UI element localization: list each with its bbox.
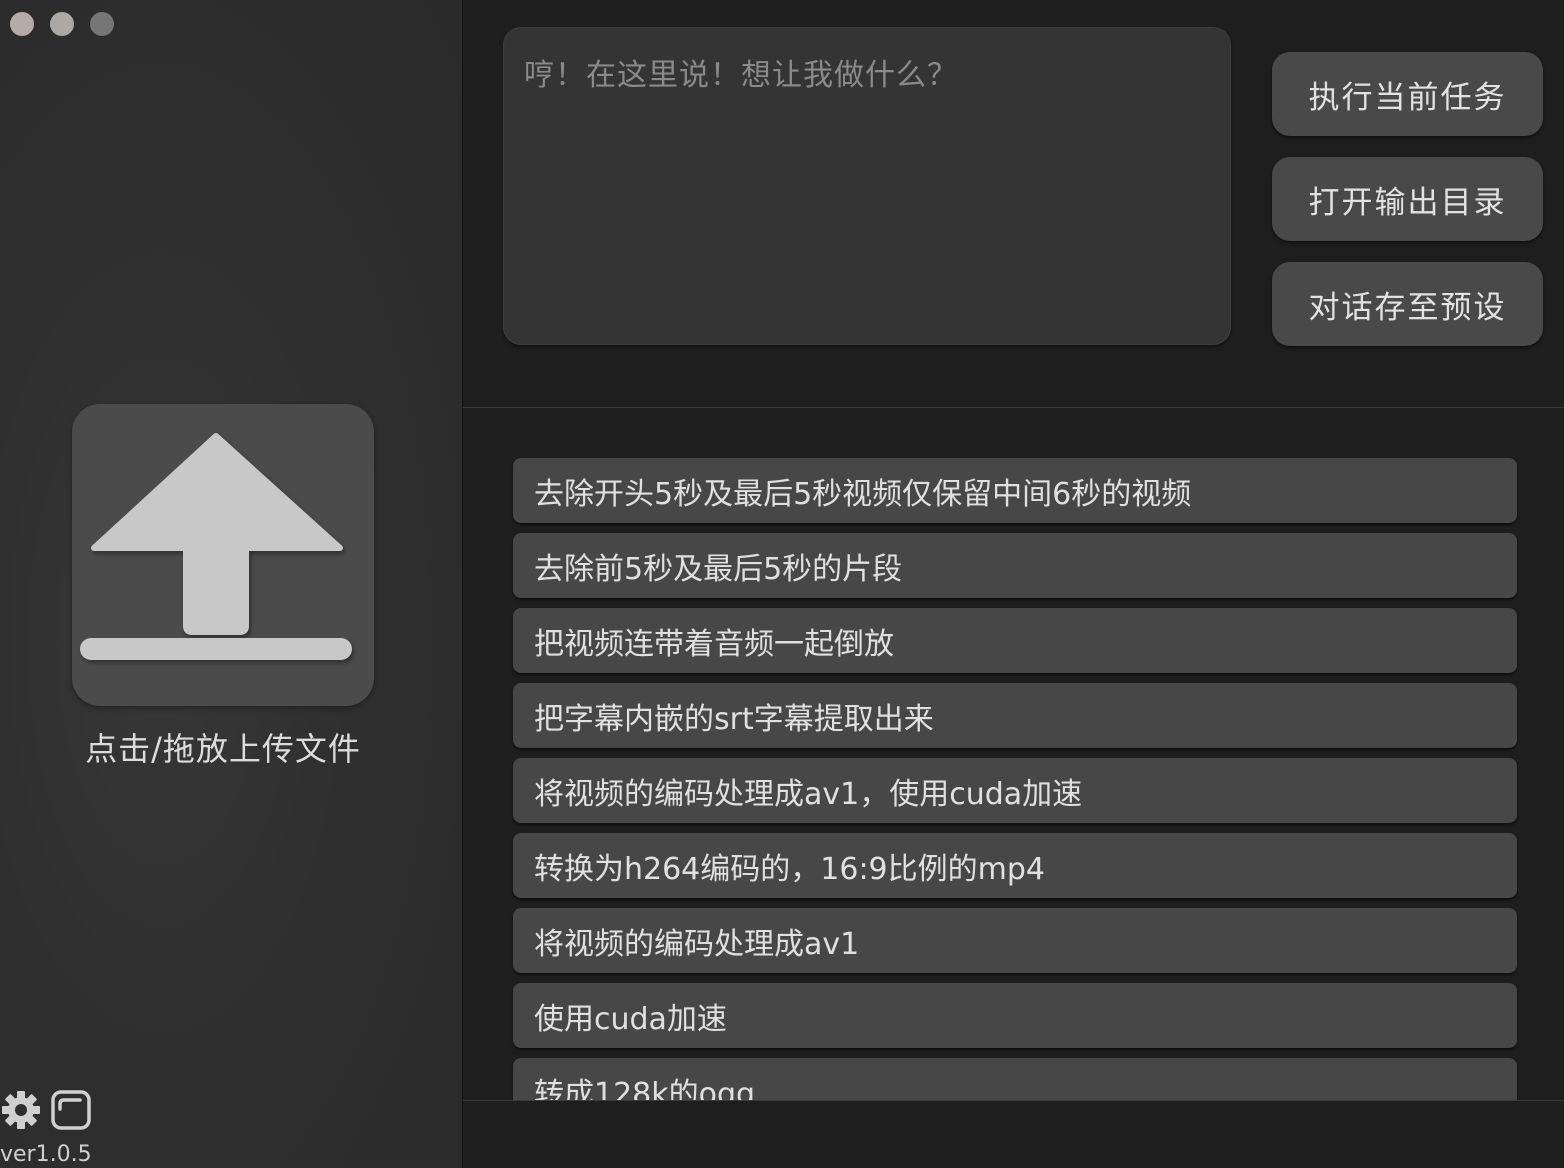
version-label: ver1.0.5 [0,1142,92,1167]
preset-item[interactable]: 转成128k的ogg [513,1058,1517,1100]
sidebar: 点击/拖放上传文件 ver1.0.5 [0,0,462,1168]
preset-list[interactable]: 去除开头5秒及最后5秒视频仅保留中间6秒的视频 去除前5秒及最后5秒的片段 把视… [463,408,1564,1100]
preset-item[interactable]: 去除前5秒及最后5秒的片段 [513,533,1517,598]
open-output-folder-button[interactable]: 打开输出目录 [1272,157,1543,241]
upload-arrow-icon [80,433,352,660]
close-window-button[interactable] [10,12,34,36]
preset-item[interactable]: 将视频的编码处理成av1 [513,908,1517,973]
upload-dropzone[interactable] [72,404,374,706]
list-bottom-divider [463,1100,1564,1101]
gear-icon[interactable] [0,1089,42,1131]
execute-task-button[interactable]: 执行当前任务 [1272,52,1543,136]
preset-item[interactable]: 使用cuda加速 [513,983,1517,1048]
preset-item[interactable]: 把字幕内嵌的srt字幕提取出来 [513,683,1517,748]
prompt-box [503,27,1231,345]
preset-item[interactable]: 将视频的编码处理成av1，使用cuda加速 [513,758,1517,823]
minimize-window-button[interactable] [50,12,74,36]
prompt-input[interactable] [504,28,1230,344]
save-preset-button[interactable]: 对话存至预设 [1272,262,1543,346]
preset-item[interactable]: 转换为h264编码的，16:9比例的mp4 [513,833,1517,898]
zoom-window-button[interactable] [90,12,114,36]
window-controls [10,12,114,36]
window-icon[interactable] [50,1089,92,1131]
preset-item[interactable]: 去除开头5秒及最后5秒视频仅保留中间6秒的视频 [513,458,1517,523]
upload-label: 点击/拖放上传文件 [85,730,361,768]
preset-item[interactable]: 把视频连带着音频一起倒放 [513,608,1517,673]
